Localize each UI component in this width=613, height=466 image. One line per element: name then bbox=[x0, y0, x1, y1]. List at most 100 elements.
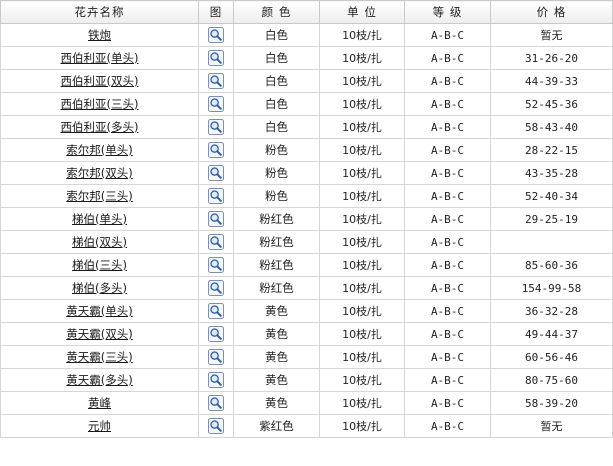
price-cell: 52-40-34 bbox=[490, 184, 613, 208]
price-cell: 43-35-28 bbox=[490, 161, 613, 185]
flower-name-link[interactable]: 西伯利亚(多头) bbox=[61, 120, 139, 134]
col-header-name: 花卉名称 bbox=[0, 0, 199, 24]
magnifier-icon[interactable] bbox=[208, 119, 224, 135]
price-cell: 暂无 bbox=[490, 23, 613, 47]
grade-cell: A-B-C bbox=[404, 230, 491, 254]
magnifier-icon[interactable] bbox=[208, 165, 224, 181]
image-cell bbox=[198, 276, 234, 300]
flower-name-cell: 梯伯(三头) bbox=[0, 253, 199, 277]
flower-name-link[interactable]: 西伯利亚(双头) bbox=[61, 74, 139, 88]
flower-name-cell: 黄天霸(三头) bbox=[0, 345, 199, 369]
unit-cell: 10枝/扎 bbox=[319, 92, 405, 116]
flower-name-cell: 西伯利亚(多头) bbox=[0, 115, 199, 139]
col-header-price: 价 格 bbox=[490, 0, 613, 24]
flower-name-link[interactable]: 梯伯(多头) bbox=[72, 281, 127, 295]
price-cell: 80-75-60 bbox=[490, 368, 613, 392]
color-cell: 黄色 bbox=[233, 299, 320, 323]
unit-cell: 10枝/扎 bbox=[319, 184, 405, 208]
color-cell: 粉色 bbox=[233, 184, 320, 208]
magnifier-icon[interactable] bbox=[208, 27, 224, 43]
unit-cell: 10枝/扎 bbox=[319, 115, 405, 139]
grade-cell: A-B-C bbox=[404, 207, 491, 231]
magnifier-icon[interactable] bbox=[208, 326, 224, 342]
flower-name-link[interactable]: 铁炮 bbox=[88, 28, 111, 42]
price-cell: 31-26-20 bbox=[490, 46, 613, 70]
image-cell bbox=[198, 161, 234, 185]
price-cell: 49-44-37 bbox=[490, 322, 613, 346]
magnifier-icon[interactable] bbox=[208, 188, 224, 204]
image-cell bbox=[198, 46, 234, 70]
unit-cell: 10枝/扎 bbox=[319, 207, 405, 231]
image-cell bbox=[198, 138, 234, 162]
grade-cell: A-B-C bbox=[404, 299, 491, 323]
flower-name-link[interactable]: 黄天霸(单头) bbox=[66, 304, 132, 318]
unit-cell: 10枝/扎 bbox=[319, 391, 405, 415]
color-cell: 黄色 bbox=[233, 391, 320, 415]
price-cell: 58-39-20 bbox=[490, 391, 613, 415]
price-cell: 60-56-46 bbox=[490, 345, 613, 369]
table-row: 索尔邦(三头) 粉色 10枝/扎 A-B-C 52-40-34 bbox=[0, 184, 613, 208]
image-cell bbox=[198, 299, 234, 323]
flower-name-link[interactable]: 黄天霸(多头) bbox=[66, 373, 132, 387]
image-cell bbox=[198, 115, 234, 139]
flower-name-cell: 铁炮 bbox=[0, 23, 199, 47]
flower-name-link[interactable]: 黄天霸(三头) bbox=[66, 350, 132, 364]
color-cell: 紫红色 bbox=[233, 414, 320, 438]
flower-name-link[interactable]: 索尔邦(三头) bbox=[66, 189, 132, 203]
price-cell: 暂无 bbox=[490, 414, 613, 438]
flower-name-cell: 索尔邦(三头) bbox=[0, 184, 199, 208]
flower-name-link[interactable]: 索尔邦(单头) bbox=[66, 143, 132, 157]
flower-name-link[interactable]: 梯伯(单头) bbox=[72, 212, 127, 226]
grade-cell: A-B-C bbox=[404, 253, 491, 277]
flower-name-link[interactable]: 元帅 bbox=[88, 419, 111, 433]
magnifier-icon[interactable] bbox=[208, 96, 224, 112]
col-header-grade: 等 级 bbox=[404, 0, 491, 24]
magnifier-icon[interactable] bbox=[208, 142, 224, 158]
flower-name-link[interactable]: 梯伯(双头) bbox=[72, 235, 127, 249]
table-row: 索尔邦(单头) 粉色 10枝/扎 A-B-C 28-22-15 bbox=[0, 138, 613, 162]
magnifier-icon[interactable] bbox=[208, 73, 224, 89]
color-cell: 白色 bbox=[233, 115, 320, 139]
flower-name-cell: 黄天霸(双头) bbox=[0, 322, 199, 346]
grade-cell: A-B-C bbox=[404, 115, 491, 139]
flower-name-cell: 梯伯(单头) bbox=[0, 207, 199, 231]
flower-name-link[interactable]: 索尔邦(双头) bbox=[66, 166, 132, 180]
unit-cell: 10枝/扎 bbox=[319, 138, 405, 162]
magnifier-icon[interactable] bbox=[208, 303, 224, 319]
flower-name-link[interactable]: 黄峰 bbox=[88, 396, 111, 410]
image-cell bbox=[198, 23, 234, 47]
magnifier-icon[interactable] bbox=[208, 211, 224, 227]
flower-name-link[interactable]: 西伯利亚(单头) bbox=[61, 51, 139, 65]
price-cell: 52-45-36 bbox=[490, 92, 613, 116]
magnifier-icon[interactable] bbox=[208, 257, 224, 273]
flower-name-link[interactable]: 西伯利亚(三头) bbox=[61, 97, 139, 111]
magnifier-icon[interactable] bbox=[208, 349, 224, 365]
unit-cell: 10枝/扎 bbox=[319, 368, 405, 392]
magnifier-icon[interactable] bbox=[208, 418, 224, 434]
image-cell bbox=[198, 207, 234, 231]
col-header-image: 图 bbox=[198, 0, 234, 24]
table-row: 黄天霸(双头) 黄色 10枝/扎 A-B-C 49-44-37 bbox=[0, 322, 613, 346]
image-cell bbox=[198, 414, 234, 438]
magnifier-icon[interactable] bbox=[208, 395, 224, 411]
image-cell bbox=[198, 92, 234, 116]
magnifier-icon[interactable] bbox=[208, 280, 224, 296]
magnifier-icon[interactable] bbox=[208, 234, 224, 250]
grade-cell: A-B-C bbox=[404, 184, 491, 208]
header-row: 花卉名称 图 颜 色 单 位 等 级 价 格 bbox=[0, 0, 613, 24]
color-cell: 黄色 bbox=[233, 345, 320, 369]
image-cell bbox=[198, 230, 234, 254]
grade-cell: A-B-C bbox=[404, 161, 491, 185]
image-cell bbox=[198, 368, 234, 392]
color-cell: 白色 bbox=[233, 69, 320, 93]
magnifier-icon[interactable] bbox=[208, 372, 224, 388]
magnifier-icon[interactable] bbox=[208, 50, 224, 66]
color-cell: 粉色 bbox=[233, 138, 320, 162]
flower-name-link[interactable]: 黄天霸(双头) bbox=[66, 327, 132, 341]
unit-cell: 10枝/扎 bbox=[319, 322, 405, 346]
grade-cell: A-B-C bbox=[404, 345, 491, 369]
flower-name-cell: 索尔邦(双头) bbox=[0, 161, 199, 185]
table-row: 梯伯(多头) 粉红色 10枝/扎 A-B-C 154-99-58 bbox=[0, 276, 613, 300]
flower-price-table: 花卉名称 图 颜 色 单 位 等 级 价 格 铁炮 白色 10枝/扎 A-B-C 暂无西… bbox=[0, 0, 613, 438]
flower-name-link[interactable]: 梯伯(三头) bbox=[72, 258, 127, 272]
